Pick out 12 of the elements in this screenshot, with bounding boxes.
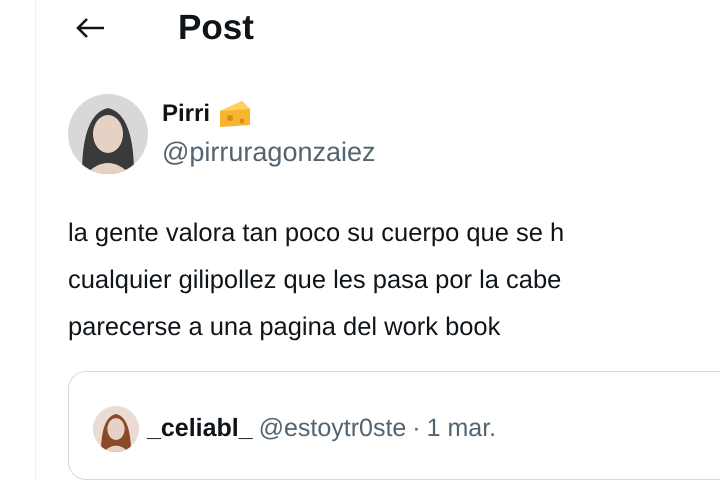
quoted-post-date: 1 mar. (426, 414, 496, 444)
post-text: la gente valora tan poco su cuerpo que se h cualquier gilipollez que les pasa por la cabe parecerse a una pagina del work book (68, 218, 566, 343)
quoted-post-card[interactable]: _celiabl_ @estoytr0ste · 1 mar. (68, 370, 720, 480)
cheese-icon (218, 99, 252, 130)
quoted-author-handle: @estoytr0ste (258, 414, 406, 444)
author-handle: @pirruragonzaiez (162, 137, 376, 168)
author-name: Pirri (162, 100, 210, 128)
separator-dot: · (412, 414, 421, 444)
quoted-author-name: _celiabl_ (147, 414, 253, 444)
back-arrow-icon[interactable] (74, 16, 106, 40)
quoted-avatar[interactable] (93, 406, 139, 452)
page-title: Post (178, 8, 254, 48)
